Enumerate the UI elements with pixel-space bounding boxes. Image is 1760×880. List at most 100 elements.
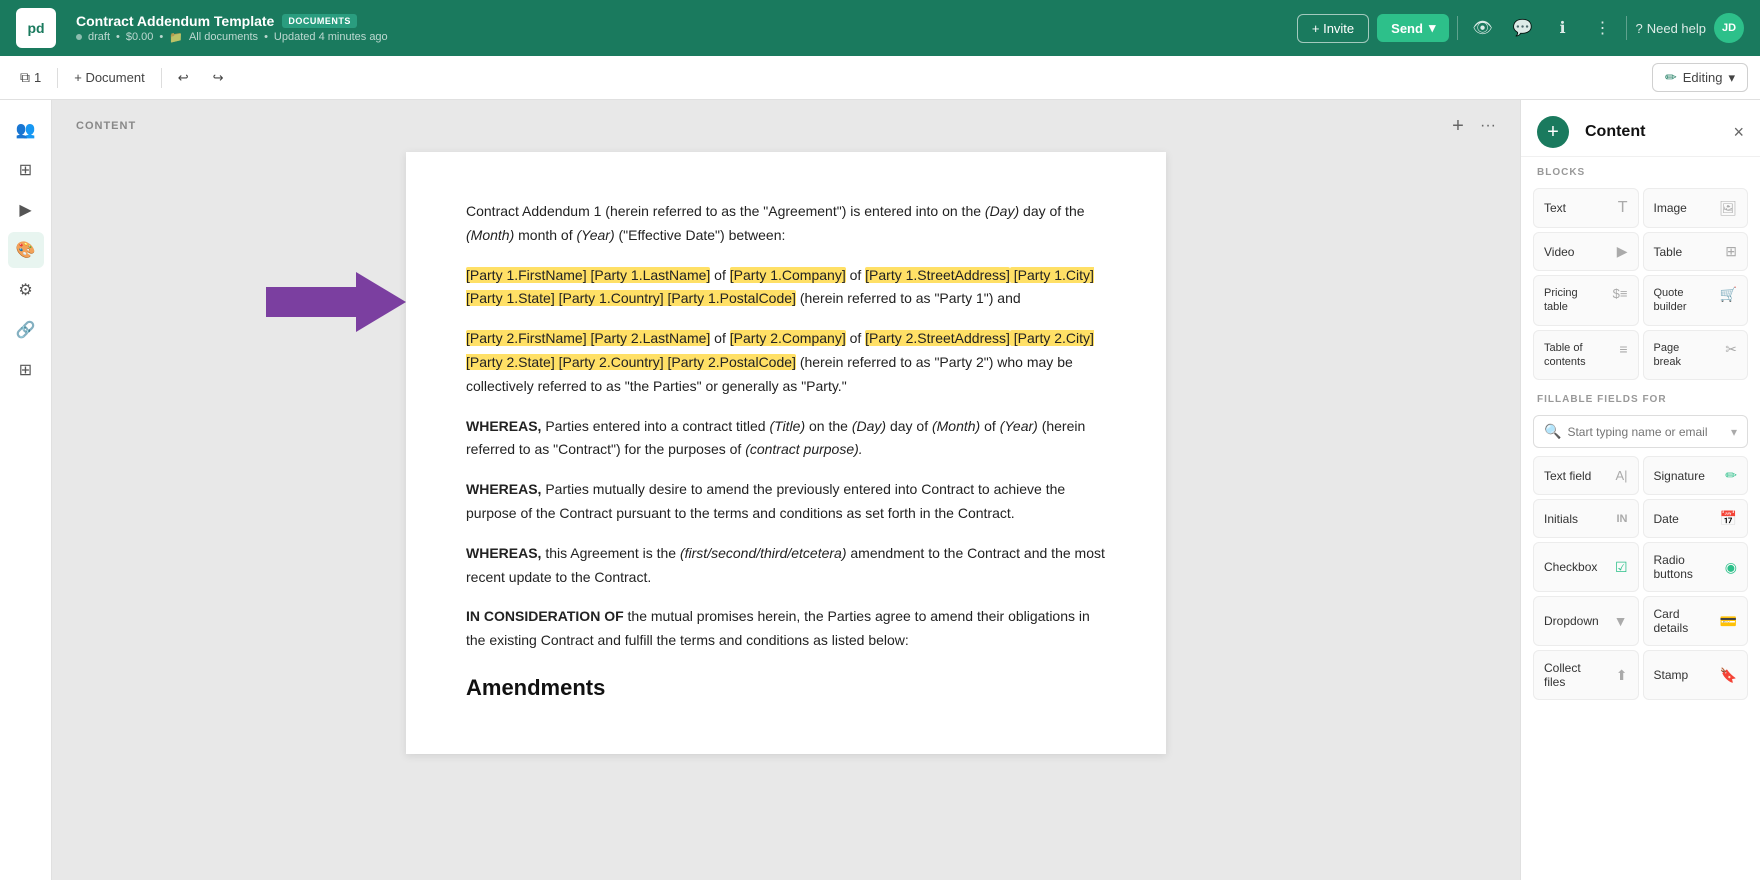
user-avatar[interactable]: JD: [1714, 13, 1744, 43]
quote-builder-block-icon: 🛒: [1720, 286, 1737, 303]
fillable-section-label: FILLABLE FIELDS FOR: [1521, 384, 1760, 411]
fillable-search-input[interactable]: [1567, 425, 1725, 439]
sidebar-workflow-icon[interactable]: ⚙: [8, 272, 44, 308]
doc-updated: Updated 4 minutes ago: [274, 31, 388, 43]
field-dropdown[interactable]: Dropdown ▼: [1533, 596, 1639, 646]
status-dot: [76, 34, 82, 40]
video-block-icon: ▶: [1617, 243, 1628, 260]
doc-meta: draft • $0.00 • 📁 All documents • Update…: [76, 31, 1285, 44]
add-document-button[interactable]: + Document: [66, 66, 152, 89]
dropdown-field-icon: ▼: [1614, 613, 1628, 629]
para-intro: Contract Addendum 1 (herein referred to …: [466, 200, 1106, 248]
comment-button[interactable]: 💬: [1506, 12, 1538, 44]
para-whereas2: WHEREAS, Parties mutually desire to amen…: [466, 478, 1106, 526]
invite-button[interactable]: + Invite: [1297, 14, 1369, 43]
doc-page: Contract Addendum 1 (herein referred to …: [406, 152, 1166, 754]
signature-field-icon: ✏: [1725, 467, 1737, 484]
panel-title: Content: [1585, 123, 1645, 141]
doc-info: Contract Addendum Template DOCUMENTS dra…: [76, 13, 1285, 44]
more-options-button[interactable]: ⋮: [1586, 12, 1618, 44]
toc-block-icon: ≡: [1619, 341, 1627, 357]
text-field-icon: A|: [1615, 468, 1627, 483]
left-sidebar: 👥 ⊞ ▶ 🎨 ⚙ 🔗 ⊞: [0, 100, 52, 880]
block-text[interactable]: Text T: [1533, 188, 1639, 228]
redo-button[interactable]: ↪: [205, 66, 232, 90]
doc-name: Contract Addendum Template: [76, 13, 274, 29]
doc-price: $0.00: [126, 31, 154, 43]
fillable-section: 🔍 ▾ Text field A| Signature ✏ Initials: [1521, 411, 1760, 704]
field-collect-files[interactable]: Collect files ⬆: [1533, 650, 1639, 700]
block-page-break[interactable]: Page break ✂: [1643, 330, 1749, 381]
block-pricing-table[interactable]: Pricing table $≡: [1533, 275, 1639, 326]
need-help-button[interactable]: ? Need help: [1635, 21, 1706, 36]
table-block-icon: ⊞: [1725, 243, 1737, 260]
editing-button[interactable]: ✏ Editing ▾: [1652, 63, 1748, 92]
doc-title-row: Contract Addendum Template DOCUMENTS: [76, 13, 1285, 29]
block-table[interactable]: Table ⊞: [1643, 232, 1749, 271]
content-add-button[interactable]: +: [1444, 112, 1472, 140]
field-card-details[interactable]: Card details 💳: [1643, 596, 1749, 646]
send-button[interactable]: Send ▾: [1377, 14, 1449, 42]
sidebar-palette-icon[interactable]: 🎨: [8, 232, 44, 268]
field-stamp[interactable]: Stamp 🔖: [1643, 650, 1749, 700]
blocks-grid: Text T Image 🖼 Video ▶ Table ⊞ Pri: [1521, 184, 1760, 384]
field-signature[interactable]: Signature ✏: [1643, 456, 1749, 495]
doc-badge: DOCUMENTS: [282, 14, 357, 28]
app-logo: pd: [16, 8, 56, 48]
fields-grid: Text field A| Signature ✏ Initials IN Da…: [1533, 456, 1748, 700]
editing-pencil-icon: ✏: [1665, 69, 1677, 86]
right-panel: + Content × BLOCKS Text T Image 🖼 Video …: [1520, 100, 1760, 880]
para-whereas3: WHEREAS, this Agreement is the (first/se…: [466, 542, 1106, 590]
fillable-dropdown-icon: ▾: [1731, 425, 1737, 439]
top-nav: pd Contract Addendum Template DOCUMENTS …: [0, 0, 1760, 56]
radio-buttons-field-icon: ◉: [1725, 559, 1737, 576]
arrow-annotation: [266, 272, 406, 337]
toolbar-divider: [57, 68, 58, 88]
search-icon: 🔍: [1544, 423, 1561, 440]
field-radio-buttons[interactable]: Radio buttons ◉: [1643, 542, 1749, 592]
block-image[interactable]: Image 🖼: [1643, 188, 1749, 228]
page-break-block-icon: ✂: [1725, 341, 1737, 358]
field-text-field[interactable]: Text field A|: [1533, 456, 1639, 495]
para-consideration: IN CONSIDERATION OF the mutual promises …: [466, 605, 1106, 653]
doc-location: All documents: [189, 31, 258, 43]
sidebar-people-icon[interactable]: 👥: [8, 112, 44, 148]
nav-divider: [1457, 16, 1458, 40]
date-field-icon: 📅: [1720, 510, 1737, 527]
field-checkbox[interactable]: Checkbox ☑: [1533, 542, 1639, 592]
info-button[interactable]: ℹ: [1546, 12, 1578, 44]
preview-button[interactable]: 👁: [1466, 12, 1498, 44]
sidebar-blocks-icon[interactable]: ⊞: [8, 152, 44, 188]
panel-add-button[interactable]: +: [1537, 116, 1569, 148]
field-initials[interactable]: Initials IN: [1533, 499, 1639, 538]
sidebar-apps-icon[interactable]: ⊞: [8, 352, 44, 388]
sidebar-media-icon[interactable]: ▶: [8, 192, 44, 228]
toolbar-divider2: [161, 68, 162, 88]
nav-divider2: [1626, 16, 1627, 40]
panel-header: + Content ×: [1521, 100, 1760, 157]
doc-amendments-heading: Amendments: [466, 669, 1106, 706]
pages-button[interactable]: ⧉ 1: [12, 65, 49, 90]
panel-close-button[interactable]: ×: [1733, 122, 1744, 143]
nav-actions: + Invite Send ▾ 👁 💬 ℹ ⋮ ? Need help JD: [1297, 12, 1744, 44]
para-party1: [Party 1.FirstName] [Party 1.LastName] o…: [466, 264, 1106, 312]
undo-button[interactable]: ↩: [170, 66, 197, 90]
pricing-table-block-icon: $≡: [1613, 286, 1628, 301]
block-quote-builder[interactable]: Quote builder 🛒: [1643, 275, 1749, 326]
content-area: CONTENT + ··· Contract Addendum 1 (herei…: [52, 100, 1520, 880]
image-block-icon: 🖼: [1719, 200, 1737, 217]
content-more-button[interactable]: ···: [1480, 117, 1496, 135]
fillable-search-bar[interactable]: 🔍 ▾: [1533, 415, 1748, 448]
block-table-of-contents[interactable]: Table of contents ≡: [1533, 330, 1639, 381]
field-date[interactable]: Date 📅: [1643, 499, 1749, 538]
checkbox-field-icon: ☑: [1615, 559, 1628, 576]
send-dropdown-icon: ▾: [1429, 20, 1436, 36]
block-video[interactable]: Video ▶: [1533, 232, 1639, 271]
content-header: CONTENT + ···: [52, 100, 1520, 152]
collect-files-field-icon: ⬆: [1616, 667, 1628, 684]
pages-icon: ⧉: [20, 69, 30, 86]
toolbar: ⧉ 1 + Document ↩ ↪ ✏ Editing ▾: [0, 56, 1760, 100]
doc-text: Contract Addendum 1 (herein referred to …: [466, 200, 1106, 706]
card-details-field-icon: 💳: [1720, 613, 1737, 630]
sidebar-link-icon[interactable]: 🔗: [8, 312, 44, 348]
